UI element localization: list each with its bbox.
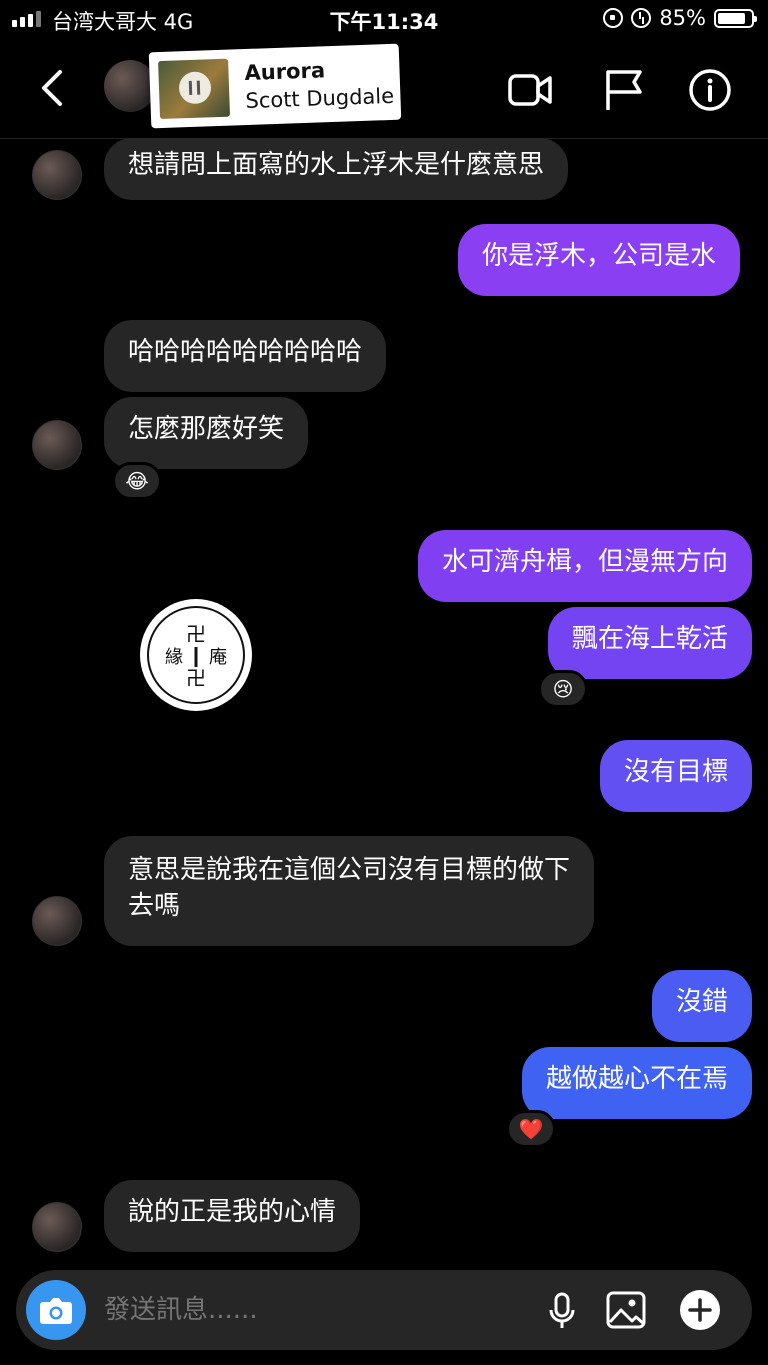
info-icon[interactable] <box>686 68 734 112</box>
seal-char-left: 緣 <box>165 647 183 668</box>
sender-avatar[interactable] <box>32 420 82 470</box>
camera-button[interactable] <box>26 1280 86 1340</box>
reaction-cry[interactable]: 😢 <box>538 670 588 708</box>
music-title: Aurora <box>244 58 326 86</box>
alarm-icon <box>631 8 652 28</box>
microphone-icon[interactable] <box>540 1288 584 1332</box>
message-bubble-outgoing[interactable]: 你是浮木，公司是水 <box>457 224 740 296</box>
contact-avatar[interactable] <box>104 60 156 112</box>
battery-icon <box>714 8 757 28</box>
message-bubble-outgoing[interactable]: 水可濟舟楫，但漫無方向 <box>417 530 752 602</box>
seal-stamp: 卍 緣 庵 卍 <box>140 599 252 711</box>
add-icon[interactable] <box>678 1288 722 1332</box>
message-bubble-outgoing[interactable]: 飄在海上乾活 <box>547 607 752 679</box>
message-line: 去嗎 <box>128 891 181 921</box>
sender-avatar[interactable] <box>32 1202 82 1252</box>
seal-char-right: 庵 <box>209 647 227 668</box>
message-bubble-outgoing[interactable]: 沒有目標 <box>599 740 752 812</box>
message-bubble-incoming[interactable]: 想請問上面寫的水上浮木是什麼意思 <box>104 138 569 200</box>
message-bubble-outgoing[interactable]: 沒錯 <box>651 970 752 1042</box>
message-bubble-incoming[interactable]: 意思是說我在這個公司沒有目標的做下 去嗎 <box>104 836 595 946</box>
orientation-lock-icon <box>603 8 624 28</box>
sender-avatar[interactable] <box>32 150 82 200</box>
music-artist: Scott Dugdale <box>245 83 395 114</box>
seal-char-top: 卍 <box>186 622 206 646</box>
pause-icon[interactable] <box>178 71 212 105</box>
message-bubble-outgoing[interactable]: 越做越心不在焉 <box>521 1047 752 1119</box>
chat-header: Aurora Scott Dugdale <box>0 40 768 139</box>
reaction-laugh[interactable]: 😂 <box>112 462 162 500</box>
seal-char-bottom: 卍 <box>186 666 206 690</box>
message-line: 意思是說我在這個公司沒有目標的做下 <box>128 855 571 885</box>
battery-percent: 85% <box>659 6 706 30</box>
message-input[interactable] <box>104 1288 484 1332</box>
video-call-icon[interactable] <box>506 68 554 112</box>
back-arrow-icon[interactable] <box>36 68 68 108</box>
message-bubble-incoming[interactable]: 說的正是我的心情 <box>104 1180 361 1252</box>
message-composer <box>16 1270 752 1350</box>
music-sticker[interactable]: Aurora Scott Dugdale <box>148 43 402 129</box>
flag-icon[interactable] <box>600 68 648 112</box>
album-art <box>158 58 231 120</box>
gallery-icon[interactable] <box>604 1288 648 1332</box>
status-bar: 台湾大哥大 4G 下午11:34 85% <box>0 0 768 40</box>
message-bubble-incoming[interactable]: 哈哈哈哈哈哈哈哈哈 <box>104 320 387 392</box>
camera-icon <box>40 1298 72 1324</box>
reaction-heart[interactable]: ❤️ <box>506 1110 556 1148</box>
sender-avatar[interactable] <box>32 896 82 946</box>
message-bubble-incoming[interactable]: 怎麼那麼好笑 <box>104 397 309 469</box>
